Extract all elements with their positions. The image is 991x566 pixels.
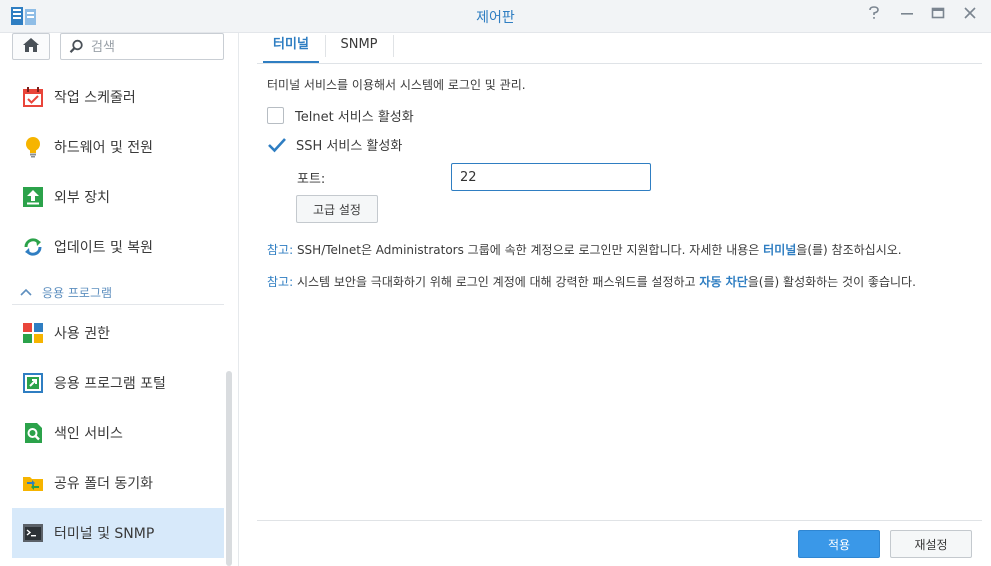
note-label: 참고: bbox=[267, 275, 294, 289]
terminal-description: 터미널 서비스를 이용해서 시스템에 로그인 및 관리. bbox=[267, 78, 526, 92]
title-bar: 제어판 bbox=[0, 0, 991, 33]
sidebar-item-label: 외부 장치 bbox=[54, 190, 110, 206]
port-input[interactable] bbox=[451, 163, 651, 191]
apply-button[interactable]: 적용 bbox=[798, 530, 880, 558]
ssh-label: SSH 서비스 활성화 bbox=[296, 139, 403, 154]
ssh-checkbox-row[interactable]: SSH 서비스 활성화 bbox=[267, 135, 402, 154]
sidebar-item-label: 공유 폴더 동기화 bbox=[54, 476, 154, 492]
search-input[interactable] bbox=[89, 37, 221, 57]
sidebar-item-privileges[interactable]: 사용 권한 bbox=[12, 308, 224, 358]
upload-icon bbox=[22, 186, 44, 208]
sidebar-item-hardware-power[interactable]: 하드웨어 및 전원 bbox=[12, 122, 224, 172]
window-title: 제어판 bbox=[476, 10, 515, 26]
note-text: SSH/Telnet은 Administrators 그룹에 속한 계정으로 로… bbox=[293, 243, 764, 257]
sidebar: 작업 스케줄러 하드웨어 및 전원 외부 장치 업데이트 및 복원 응용 프로그… bbox=[0, 33, 239, 566]
search-box bbox=[60, 33, 224, 60]
note-text: 을(를) 참조하십시오. bbox=[796, 243, 902, 257]
tab-terminal[interactable]: 터미널 bbox=[263, 33, 319, 63]
telnet-label: Telnet 서비스 활성화 bbox=[295, 110, 414, 125]
sidebar-item-terminal-snmp[interactable]: 터미널 및 SNMP bbox=[12, 508, 224, 558]
tab-separator bbox=[325, 35, 326, 57]
minimize-icon[interactable] bbox=[897, 6, 917, 26]
sidebar-scrollbar[interactable] bbox=[226, 371, 232, 566]
port-label: 포트: bbox=[297, 172, 326, 187]
reset-button[interactable]: 재설정 bbox=[890, 530, 972, 558]
terminal-icon bbox=[22, 522, 44, 544]
note-ssh-telnet: 참고: SSH/Telnet은 Administrators 그룹에 속한 계정… bbox=[267, 240, 967, 261]
close-icon[interactable] bbox=[960, 6, 980, 26]
search-icon bbox=[69, 39, 84, 58]
sidebar-item-label: 하드웨어 및 전원 bbox=[54, 140, 154, 156]
home-icon bbox=[22, 37, 40, 57]
sidebar-item-task-scheduler[interactable]: 작업 스케줄러 bbox=[12, 72, 224, 122]
folder-sync-icon bbox=[22, 472, 44, 494]
sidebar-item-label: 작업 스케줄러 bbox=[54, 90, 136, 106]
help-icon[interactable] bbox=[864, 6, 884, 26]
sidebar-item-label: 터미널 및 SNMP bbox=[54, 526, 155, 542]
telnet-checkbox-row[interactable]: Telnet 서비스 활성화 bbox=[267, 106, 414, 125]
sidebar-item-label: 사용 권한 bbox=[54, 326, 110, 342]
telnet-checkbox[interactable] bbox=[267, 107, 284, 124]
refresh-icon bbox=[22, 236, 44, 258]
advanced-settings-button[interactable]: 고급 설정 bbox=[296, 195, 378, 223]
sidebar-item-application-portal[interactable]: 응용 프로그램 포털 bbox=[12, 358, 224, 408]
calendar-icon bbox=[22, 86, 44, 108]
sidebar-item-label: 업데이트 및 복원 bbox=[54, 240, 154, 256]
note-text: 을(를) 활성화하는 것이 좋습니다. bbox=[747, 275, 916, 289]
tab-separator bbox=[393, 35, 394, 57]
group-header-label: 응용 프로그램 bbox=[42, 285, 113, 300]
note-label: 참고: bbox=[267, 243, 294, 257]
portal-icon bbox=[22, 372, 44, 394]
sidebar-item-shared-folder-sync[interactable]: 공유 폴더 동기화 bbox=[12, 458, 224, 508]
sidebar-item-label: 색인 서비스 bbox=[54, 426, 123, 442]
terminal-help-link[interactable]: 터미널 bbox=[763, 243, 796, 257]
footer-divider bbox=[257, 520, 982, 521]
auto-block-link[interactable]: 자동 차단 bbox=[699, 275, 747, 289]
maximize-icon[interactable] bbox=[928, 6, 948, 26]
permissions-icon bbox=[22, 322, 44, 344]
note-security: 참고: 시스템 보안을 극대화하기 위해 로그인 계정에 대해 강력한 패스워드… bbox=[267, 272, 962, 293]
search-service-icon bbox=[22, 422, 44, 444]
sidebar-item-external-devices[interactable]: 외부 장치 bbox=[12, 172, 224, 222]
home-button[interactable] bbox=[12, 33, 50, 60]
sidebar-item-indexing-service[interactable]: 색인 서비스 bbox=[12, 408, 224, 458]
sidebar-item-label: 응용 프로그램 포털 bbox=[54, 376, 166, 392]
note-text: 시스템 보안을 극대화하기 위해 로그인 계정에 대해 강력한 패스워드를 설정… bbox=[293, 275, 700, 289]
ssh-checkbox-checked-icon[interactable] bbox=[267, 136, 287, 154]
tab-bar: 터미널 SNMP bbox=[257, 33, 982, 64]
lightbulb-icon bbox=[22, 136, 44, 158]
sidebar-item-update-restore[interactable]: 업데이트 및 복원 bbox=[12, 222, 224, 272]
chevron-up-icon bbox=[20, 285, 32, 299]
tab-snmp[interactable]: SNMP bbox=[331, 33, 387, 62]
group-header-applications[interactable]: 응용 프로그램 bbox=[12, 280, 224, 305]
